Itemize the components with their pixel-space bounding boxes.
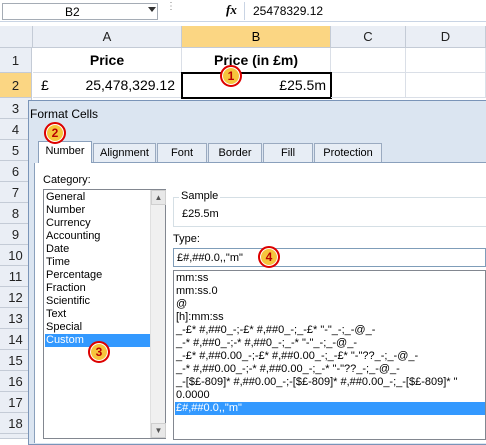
category-item[interactable]: Fraction bbox=[46, 282, 86, 295]
tab-alignment[interactable]: Alignment bbox=[93, 143, 156, 163]
category-label: Category: bbox=[43, 174, 91, 186]
format-code-item[interactable]: @ bbox=[176, 298, 187, 311]
select-all-corner[interactable] bbox=[0, 26, 33, 48]
format-code-list[interactable]: mm:ss mm:ss.0 @ [h]:mm:ss _-£* #,##0_-;-… bbox=[173, 270, 486, 440]
cell-d2[interactable] bbox=[406, 73, 486, 98]
format-code-item-selected[interactable]: £#,##0.0,,"m" bbox=[175, 402, 485, 415]
category-scrollbar[interactable]: ▲ ▼ bbox=[150, 190, 166, 438]
tab-number[interactable]: Number bbox=[38, 141, 92, 163]
cell-a1[interactable]: Price bbox=[33, 48, 182, 73]
tab-font[interactable]: Font bbox=[157, 143, 207, 163]
callout-4: 4 bbox=[258, 246, 280, 268]
format-code-item[interactable]: _-* #,##0_-;-* #,##0_-;_-* "-"_-;_-@_- bbox=[176, 337, 357, 350]
category-item[interactable]: Number bbox=[46, 204, 85, 217]
insert-function-button[interactable]: fx bbox=[226, 2, 237, 18]
format-code-item[interactable]: _-[$£-809]* #,##0.00_-;-[$£-809]* #,##0.… bbox=[176, 376, 458, 389]
cell-d1[interactable] bbox=[406, 48, 486, 73]
format-code-item[interactable]: mm:ss.0 bbox=[176, 285, 218, 298]
category-item[interactable]: Currency bbox=[46, 217, 91, 230]
sample-label: Sample bbox=[179, 190, 221, 202]
category-item[interactable]: Time bbox=[46, 256, 70, 269]
scroll-up-icon[interactable]: ▲ bbox=[151, 190, 166, 205]
column-header-b[interactable]: B bbox=[182, 26, 331, 48]
name-box[interactable]: B2 bbox=[2, 3, 158, 20]
format-code-item[interactable]: mm:ss bbox=[176, 272, 208, 285]
format-code-item[interactable]: _-£* #,##0.00_-;-£* #,##0.00_-;_-£* "-"?… bbox=[176, 350, 418, 363]
sample-value: £25.5m bbox=[182, 208, 219, 220]
column-header-a[interactable]: A bbox=[33, 26, 182, 48]
drag-handle-icon[interactable]: ⋮ bbox=[166, 2, 176, 17]
type-label: Type: bbox=[173, 233, 200, 245]
category-item[interactable]: Percentage bbox=[46, 269, 102, 282]
tab-fill[interactable]: Fill bbox=[263, 143, 313, 163]
callout-2: 2 bbox=[44, 122, 66, 144]
column-header-d[interactable]: D bbox=[406, 26, 486, 48]
cell-a2[interactable]: £ 25,478,329.12 bbox=[33, 73, 182, 98]
cell-a2-value: 25,478,329.12 bbox=[85, 77, 175, 93]
row-header-2[interactable]: 2 bbox=[0, 73, 32, 98]
format-code-item[interactable]: [h]:mm:ss bbox=[176, 311, 224, 324]
format-code-item[interactable]: 0.0000 bbox=[176, 389, 210, 402]
cell-b2[interactable]: £25.5m bbox=[181, 72, 332, 99]
tab-protection[interactable]: Protection bbox=[314, 143, 382, 163]
category-list[interactable]: General Number Currency Accounting Date … bbox=[43, 189, 166, 439]
category-item[interactable]: Date bbox=[46, 243, 69, 256]
scroll-down-icon[interactable]: ▼ bbox=[151, 423, 166, 438]
cell-c1[interactable] bbox=[331, 48, 406, 73]
format-code-item[interactable]: _-£* #,##0_-;-£* #,##0_-;_-£* "-"_-;_-@_… bbox=[176, 324, 375, 337]
cell-b1[interactable]: Price (in £m) bbox=[182, 48, 331, 73]
category-item[interactable]: Special bbox=[46, 321, 82, 334]
cell-c2[interactable] bbox=[331, 73, 406, 98]
type-input[interactable]: £#,##0.0,,"m" bbox=[173, 248, 486, 267]
callout-3: 3 bbox=[88, 341, 110, 363]
dialog-title: Format Cells bbox=[30, 107, 99, 121]
tab-border[interactable]: Border bbox=[208, 143, 262, 163]
callout-1: 1 bbox=[220, 65, 242, 87]
formula-input[interactable]: 25478329.12 bbox=[253, 4, 323, 18]
category-item[interactable]: Text bbox=[46, 308, 66, 321]
category-item[interactable]: Accounting bbox=[46, 230, 100, 243]
divider bbox=[244, 2, 245, 20]
row-header-1[interactable]: 1 bbox=[0, 48, 32, 73]
currency-symbol: £ bbox=[41, 77, 49, 93]
chevron-down-icon[interactable] bbox=[148, 7, 156, 12]
category-item[interactable]: General bbox=[46, 191, 85, 204]
column-header-c[interactable]: C bbox=[331, 26, 406, 48]
category-item[interactable]: Scientific bbox=[46, 295, 90, 308]
format-code-item[interactable]: _-* #,##0.00_-;-* #,##0.00_-;_-* "-"??_-… bbox=[176, 363, 400, 376]
